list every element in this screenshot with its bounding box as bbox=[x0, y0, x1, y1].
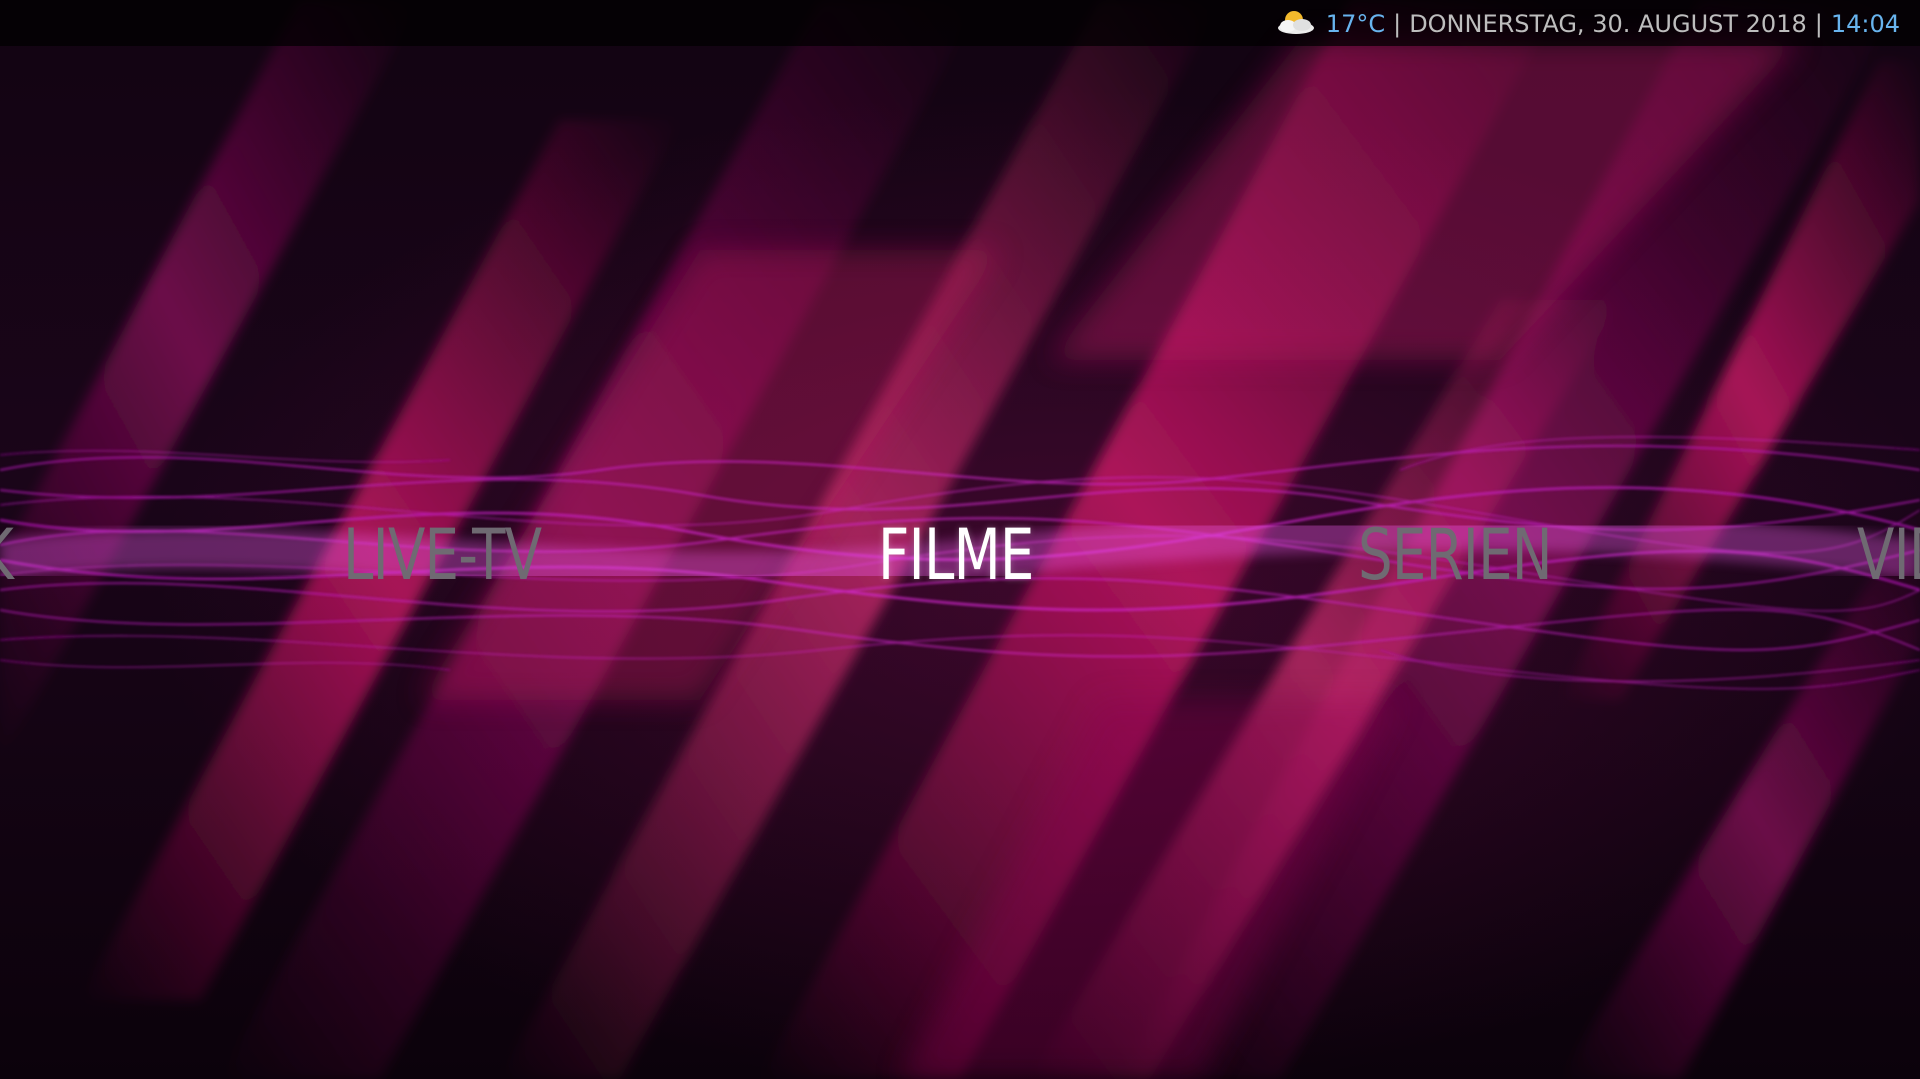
separator: | bbox=[1393, 10, 1402, 38]
menu-item-partial-right[interactable]: VID bbox=[1857, 505, 1920, 605]
top-status-bar: 17°C | DONNERSTAG, 30. AUGUST 2018 | 14:… bbox=[0, 0, 1920, 46]
main-menu: K LIVE-TV FILME SERIEN VID bbox=[0, 505, 1920, 605]
menu-item-live-tv[interactable]: LIVE-TV bbox=[343, 505, 542, 605]
partly-cloudy-sun-icon bbox=[1277, 11, 1314, 34]
menu-item-serien[interactable]: SERIEN bbox=[1358, 505, 1553, 605]
clock-label: 14:04 bbox=[1830, 10, 1900, 38]
date-label: DONNERSTAG, 30. AUGUST 2018 bbox=[1409, 10, 1807, 38]
separator: | bbox=[1814, 10, 1823, 38]
menu-item-filme[interactable]: FILME bbox=[878, 505, 1034, 605]
menu-item-partial-left[interactable]: K bbox=[0, 505, 14, 605]
status-info: 17°C | DONNERSTAG, 30. AUGUST 2018 | 14:… bbox=[1274, 6, 1900, 42]
home-screen: 17°C | DONNERSTAG, 30. AUGUST 2018 | 14:… bbox=[0, 0, 1920, 1079]
temperature-label: 17°C bbox=[1325, 10, 1386, 38]
